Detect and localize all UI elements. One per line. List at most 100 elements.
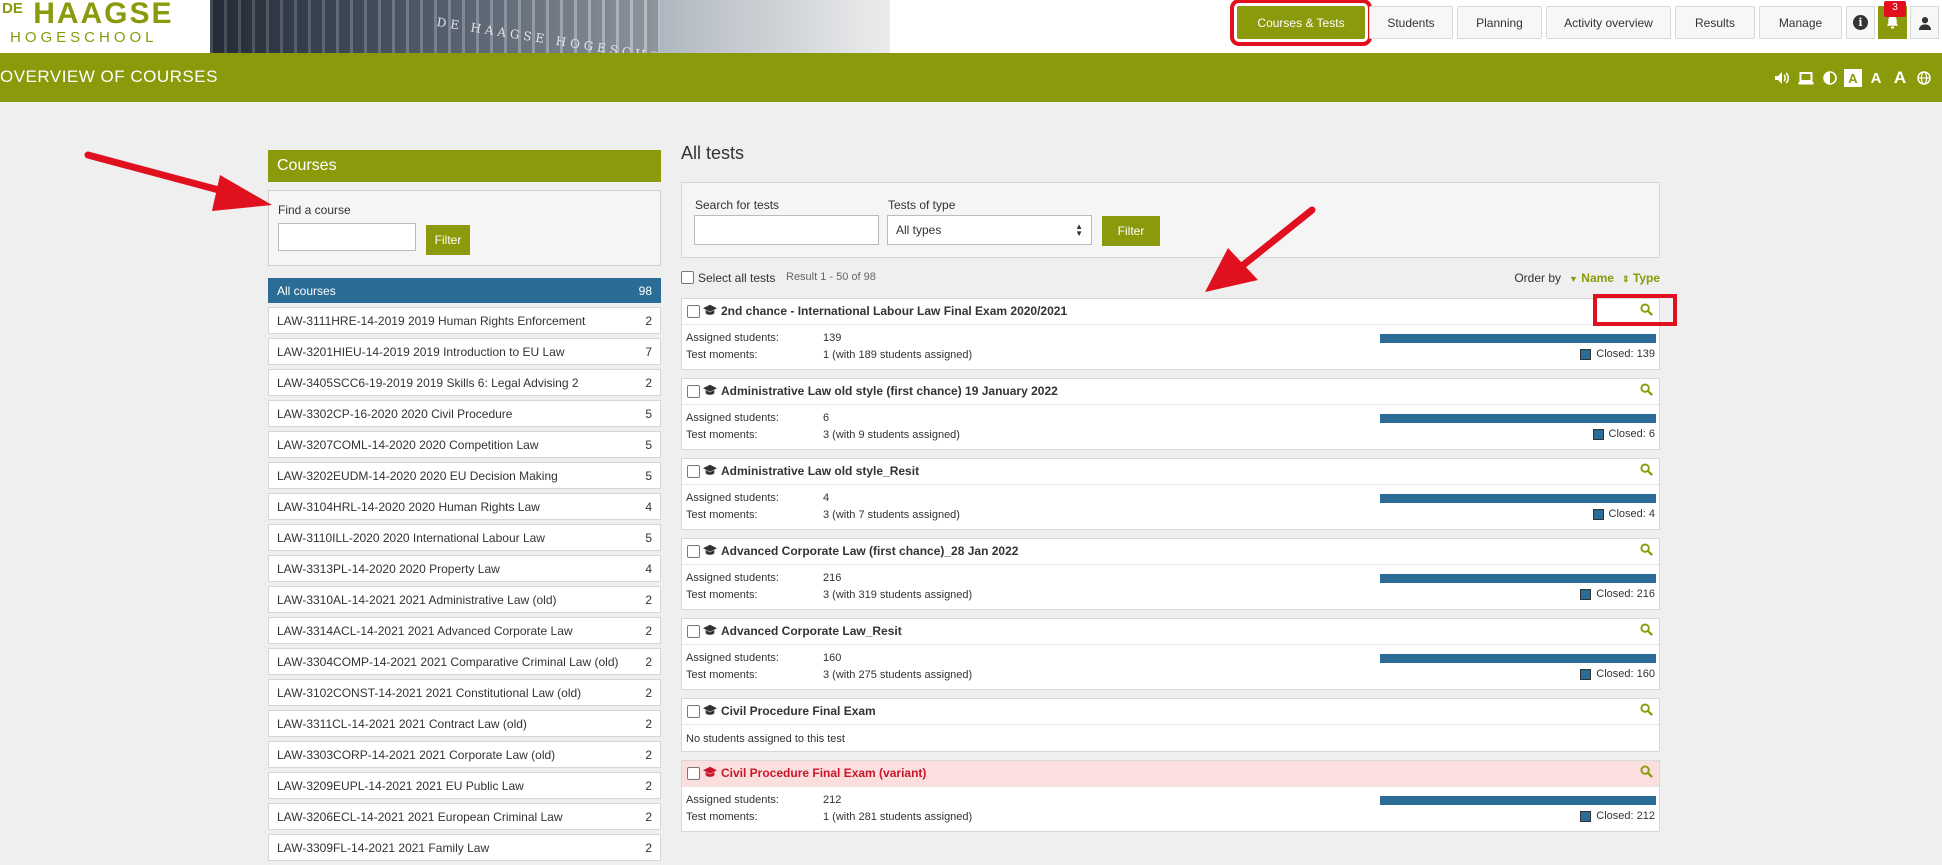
test-title[interactable]: Civil Procedure Final Exam bbox=[721, 704, 876, 718]
contrast-icon[interactable] bbox=[1820, 68, 1840, 88]
course-item-all[interactable]: All courses 98 bbox=[268, 278, 661, 303]
test-checkbox[interactable] bbox=[687, 767, 700, 780]
test-checkbox[interactable] bbox=[687, 625, 700, 638]
course-item[interactable]: LAW-3202EUDM-14-2020 2020 EU Decision Ma… bbox=[268, 462, 661, 489]
result-count: Result 1 - 50 of 98 bbox=[786, 271, 876, 283]
moments-value: 1 (with 281 students assigned) bbox=[823, 811, 973, 823]
moments-label: Test moments: bbox=[686, 509, 758, 521]
test-checkbox[interactable] bbox=[687, 305, 700, 318]
magnifier-icon[interactable] bbox=[1640, 623, 1653, 639]
course-item[interactable]: LAW-3309FL-14-2021 2021 Family Law 2 bbox=[268, 834, 661, 861]
course-count: 7 bbox=[645, 344, 652, 359]
nav-planning[interactable]: Planning bbox=[1457, 6, 1542, 39]
select-all-checkbox[interactable] bbox=[681, 271, 694, 284]
course-count: 2 bbox=[645, 654, 652, 669]
info-button[interactable]: i bbox=[1846, 6, 1875, 39]
course-item[interactable]: LAW-3201HIEU-14-2019 2019 Introduction t… bbox=[268, 338, 661, 365]
course-item[interactable]: LAW-3302CP-16-2020 2020 Civil Procedure 5 bbox=[268, 400, 661, 427]
course-count: 5 bbox=[645, 468, 652, 483]
graduation-cap-icon bbox=[703, 464, 717, 478]
course-item[interactable]: LAW-3313PL-14-2020 2020 Property Law 4 bbox=[268, 555, 661, 582]
closed-status: Closed: 212 bbox=[1580, 810, 1655, 822]
search-tests-input[interactable] bbox=[694, 215, 879, 245]
annotation-arrow-left bbox=[84, 151, 272, 211]
select-all-label[interactable]: Select all tests bbox=[698, 271, 775, 285]
moments-label: Test moments: bbox=[686, 429, 758, 441]
test-title[interactable]: Administrative Law old style (first chan… bbox=[721, 384, 1058, 398]
course-name: LAW-3311CL-14-2021 2021 Contract Law (ol… bbox=[277, 716, 527, 731]
course-name: LAW-3304COMP-14-2021 2021 Comparative Cr… bbox=[277, 654, 619, 669]
closed-status: Closed: 216 bbox=[1580, 588, 1655, 600]
nav-students[interactable]: Students bbox=[1369, 6, 1453, 39]
text-size-small[interactable]: A bbox=[1844, 69, 1862, 87]
text-size-medium[interactable]: A bbox=[1866, 68, 1886, 88]
legend-square bbox=[1580, 668, 1592, 680]
assigned-value: 139 bbox=[823, 332, 842, 344]
course-name: LAW-3314ACL-14-2021 2021 Advanced Corpor… bbox=[277, 623, 573, 638]
courses-panel: Courses Find a course Filter All courses… bbox=[268, 150, 661, 865]
notifications-button[interactable]: 3 bbox=[1878, 1, 1907, 39]
graduation-cap-icon bbox=[703, 766, 717, 780]
globe-icon[interactable] bbox=[1914, 68, 1934, 88]
courses-heading: Courses bbox=[268, 150, 661, 182]
test-title[interactable]: Administrative Law old style_Resit bbox=[721, 464, 919, 478]
course-item[interactable]: LAW-3405SCC6-19-2019 2019 Skills 6: Lega… bbox=[268, 369, 661, 396]
course-filter-button[interactable]: Filter bbox=[426, 225, 470, 255]
course-item[interactable]: LAW-3303CORP-14-2021 2021 Corporate Law … bbox=[268, 741, 661, 768]
course-count: 4 bbox=[645, 561, 652, 576]
speaker-icon[interactable] bbox=[1772, 68, 1792, 88]
course-item[interactable]: LAW-3206ECL-14-2021 2021 European Crimin… bbox=[268, 803, 661, 830]
nav-activity-overview[interactable]: Activity overview bbox=[1546, 6, 1671, 39]
laptop-icon[interactable] bbox=[1796, 68, 1816, 88]
course-item[interactable]: LAW-3111HRE-14-2019 2019 Human Rights En… bbox=[268, 307, 661, 334]
header-banner-image: DE HAAGSE HOGESCHOOL bbox=[210, 0, 890, 53]
graduation-cap-icon bbox=[703, 704, 717, 718]
test-checkbox[interactable] bbox=[687, 705, 700, 718]
graduation-cap-icon bbox=[703, 624, 717, 638]
test-checkbox[interactable] bbox=[687, 385, 700, 398]
course-item[interactable]: LAW-3314ACL-14-2021 2021 Advanced Corpor… bbox=[268, 617, 661, 644]
text-size-large[interactable]: A bbox=[1890, 68, 1910, 88]
course-count: 2 bbox=[645, 313, 652, 328]
test-checkbox[interactable] bbox=[687, 465, 700, 478]
course-item[interactable]: LAW-3304COMP-14-2021 2021 Comparative Cr… bbox=[268, 648, 661, 675]
course-item[interactable]: LAW-3104HRL-14-2020 2020 Human Rights La… bbox=[268, 493, 661, 520]
logo[interactable]: DE HAAGSE HOGESCHOOL bbox=[0, 0, 205, 53]
course-item[interactable]: LAW-3102CONST-14-2021 2021 Constitutiona… bbox=[268, 679, 661, 706]
test-checkbox[interactable] bbox=[687, 545, 700, 558]
find-course-input[interactable] bbox=[278, 223, 416, 251]
test-title[interactable]: Advanced Corporate Law (first chance)_28… bbox=[721, 544, 1018, 558]
assigned-label: Assigned students: bbox=[686, 412, 779, 424]
nav-courses-tests[interactable]: Courses & Tests bbox=[1230, 0, 1372, 46]
main-nav: Courses & Tests Students Planning Activi… bbox=[1230, 0, 1942, 46]
order-by-type[interactable]: ⇕ Type bbox=[1622, 271, 1660, 285]
test-type-select[interactable]: All types ▲ ▼ bbox=[887, 215, 1092, 245]
annotation-arrow-right bbox=[1205, 206, 1316, 292]
progress-bar bbox=[1380, 334, 1656, 343]
course-count: 98 bbox=[638, 283, 652, 298]
test-title[interactable]: Civil Procedure Final Exam (variant) bbox=[721, 766, 926, 780]
course-item[interactable]: LAW-3207COML-14-2020 2020 Competition La… bbox=[268, 431, 661, 458]
course-item[interactable]: LAW-3209EUPL-14-2021 2021 EU Public Law 2 bbox=[268, 772, 661, 799]
magnifier-icon[interactable] bbox=[1640, 383, 1653, 399]
nav-manage[interactable]: Manage bbox=[1759, 6, 1842, 39]
course-item[interactable]: LAW-3311CL-14-2021 2021 Contract Law (ol… bbox=[268, 710, 661, 737]
magnifier-icon[interactable] bbox=[1640, 463, 1653, 479]
test-title[interactable]: Advanced Corporate Law_Resit bbox=[721, 624, 902, 638]
course-name: LAW-3206ECL-14-2021 2021 European Crimin… bbox=[277, 809, 563, 824]
course-item[interactable]: LAW-3110ILL-2020 2020 International Labo… bbox=[268, 524, 661, 551]
user-button[interactable] bbox=[1910, 6, 1939, 39]
magnifier-icon[interactable] bbox=[1640, 543, 1653, 559]
magnifier-icon[interactable] bbox=[1640, 703, 1653, 719]
assigned-label: Assigned students: bbox=[686, 572, 779, 584]
order-by-name[interactable]: ▼ Name bbox=[1569, 271, 1614, 285]
course-name: LAW-3405SCC6-19-2019 2019 Skills 6: Lega… bbox=[277, 375, 579, 390]
tests-filter-button[interactable]: Filter bbox=[1102, 216, 1160, 246]
course-item[interactable]: LAW-3310AL-14-2021 2021 Administrative L… bbox=[268, 586, 661, 613]
closed-status: Closed: 6 bbox=[1592, 428, 1655, 440]
magnifier-icon[interactable] bbox=[1640, 765, 1653, 781]
test-title[interactable]: 2nd chance - International Labour Law Fi… bbox=[721, 304, 1067, 318]
nav-results[interactable]: Results bbox=[1675, 6, 1755, 39]
order-by: Order by ▼ Name ⇕ Type bbox=[1514, 271, 1660, 285]
course-name: LAW-3309FL-14-2021 2021 Family Law bbox=[277, 840, 490, 855]
